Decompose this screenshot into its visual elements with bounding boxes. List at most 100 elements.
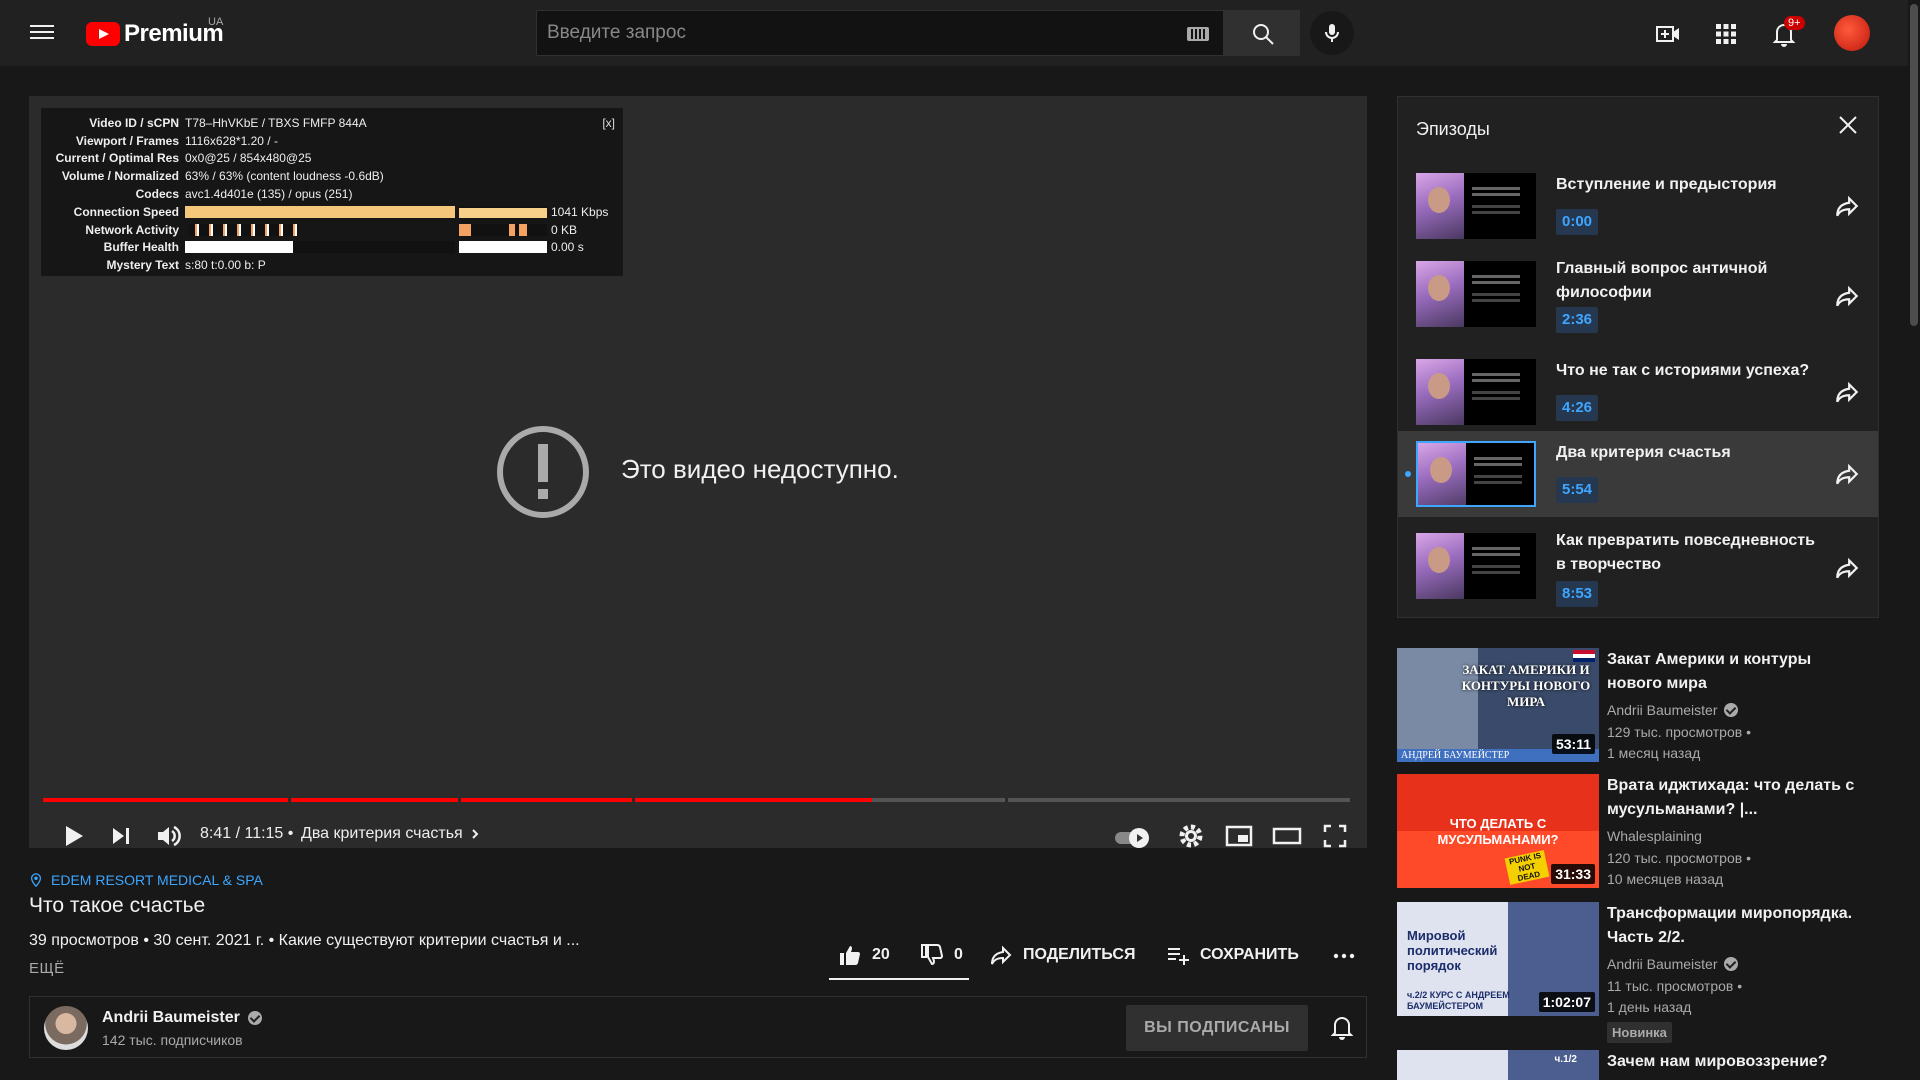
thumb-caption: ч.2/2 КУРС С АНДРЕЕМ БАУМЕЙСТЕРОМ xyxy=(1407,990,1510,1011)
share-button[interactable]: ПОДЕЛИТЬСЯ xyxy=(989,940,1135,970)
network-activity-graph xyxy=(185,223,455,236)
notification-bell-icon[interactable] xyxy=(1328,1013,1356,1041)
close-icon[interactable] xyxy=(1836,113,1860,137)
menu-icon[interactable] xyxy=(30,21,54,45)
chapter-title-button[interactable]: Два критерия счастья xyxy=(301,825,481,843)
video-thumbnail[interactable]: ЗАКАТ АМЕРИКИ И КОНТУРЫ НОВОГО МИРА АНДР… xyxy=(1397,648,1599,762)
subscribed-button[interactable]: ВЫ ПОДПИСАНЫ xyxy=(1126,1005,1308,1051)
view-count: 120 тыс. просмотров • xyxy=(1607,850,1751,866)
video-meta[interactable]: 39 просмотров • 30 сент. 2021 г. • Какие… xyxy=(29,932,580,950)
current-episode-indicator xyxy=(1405,471,1411,477)
channel-name: Whalesplaining xyxy=(1607,828,1702,844)
episode-thumbnail xyxy=(1416,173,1536,239)
notifications-button[interactable]: 9+ xyxy=(1770,16,1805,50)
dislike-button[interactable]: 0 xyxy=(920,940,963,970)
episode-timestamp[interactable]: 5:54 xyxy=(1556,477,1599,503)
upload-date: 1 день назад xyxy=(1607,999,1692,1015)
stats-close-button[interactable]: [x] xyxy=(602,116,615,130)
stat-row: Video ID / sCPN T78–HhVKbE / TBXS FMFP 84… xyxy=(41,114,623,132)
fullscreen-icon[interactable] xyxy=(1317,818,1353,854)
channel-avatar[interactable] xyxy=(44,1006,88,1050)
volume-icon[interactable] xyxy=(151,818,187,854)
recommended-video[interactable]: ЧТО ДЕЛАТЬ С МУСУЛЬМАНАМИ? PUNK IS NOT D… xyxy=(1397,774,1879,890)
episode-timestamp[interactable]: 2:36 xyxy=(1556,307,1599,333)
like-ratio-bar xyxy=(829,978,969,980)
stat-label: Connection Speed xyxy=(73,204,179,219)
youtube-play-icon xyxy=(86,22,120,46)
thumbs-up-icon xyxy=(840,946,860,965)
channel-name: Andrii Baumeister xyxy=(102,1009,240,1026)
video-title[interactable]: Врата иджтихада: что делать с мусульмана… xyxy=(1607,774,1869,822)
notification-badge: 9+ xyxy=(1784,16,1805,30)
episode-timestamp[interactable]: 0:00 xyxy=(1556,209,1599,235)
like-count: 20 xyxy=(872,946,890,963)
keyboard-icon[interactable] xyxy=(1187,27,1209,41)
share-icon[interactable] xyxy=(1834,555,1860,581)
episodes-panel: Эпизоды Вступление и предыстория 0:00 Гл… xyxy=(1397,96,1879,618)
share-icon[interactable] xyxy=(1834,379,1860,405)
thumb-caption: ч.1/2 xyxy=(1554,1054,1578,1065)
channel-name-link[interactable]: Andrii Baumeister xyxy=(1607,702,1738,718)
microphone-icon xyxy=(1325,24,1339,42)
stat-value: avc1.4d401e (135) / opus (251) xyxy=(185,187,353,202)
stat-value: 0 KB xyxy=(551,222,578,237)
share-icon[interactable] xyxy=(1834,461,1860,487)
location-pin-icon xyxy=(30,873,42,888)
share-icon[interactable] xyxy=(1834,193,1860,219)
channel-name: Andrii Baumeister xyxy=(1607,702,1718,718)
location-link[interactable]: EDEM RESORT MEDICAL & SPA xyxy=(29,872,263,888)
show-more-button[interactable]: ЕЩЁ xyxy=(29,960,65,977)
theater-mode-icon[interactable] xyxy=(1269,818,1305,854)
channel-name: Andrii Baumeister xyxy=(1607,956,1718,972)
played-segment xyxy=(635,798,873,802)
share-icon[interactable] xyxy=(1834,283,1860,309)
channel-name-link[interactable]: Andrii Baumeister xyxy=(102,1009,262,1027)
chapter-segment[interactable] xyxy=(1008,798,1350,802)
stat-row: Viewport / Frames 1116x628*1.20 / - xyxy=(41,132,623,150)
apps-grid-icon[interactable] xyxy=(1712,20,1740,48)
recommended-video[interactable]: ч.1/2 Зачем нам мировоззрение? xyxy=(1397,1050,1879,1080)
episode-item[interactable]: Вступление и предыстория 0:00 xyxy=(1398,163,1878,249)
stat-row: Buffer Health 0.00 s xyxy=(41,239,623,257)
time-text: 8:41 / 11:15 xyxy=(200,825,284,842)
stat-row: Volume / Normalized 63% / 63% (content lo… xyxy=(41,167,623,185)
save-button[interactable]: СОХРАНИТЬ xyxy=(1166,940,1299,970)
search-button[interactable] xyxy=(1224,10,1300,56)
episode-item[interactable]: Что не так с историями успеха? 4:26 xyxy=(1398,349,1878,435)
play-icon[interactable] xyxy=(55,818,91,854)
stat-label: Viewport / Frames xyxy=(75,133,179,148)
search-input[interactable] xyxy=(537,11,1157,55)
episode-item[interactable]: Главный вопрос античной философии 2:36 xyxy=(1398,247,1878,343)
video-thumbnail[interactable]: ЧТО ДЕЛАТЬ С МУСУЛЬМАНАМИ? PUNK IS NOT D… xyxy=(1397,774,1599,888)
upload-date: 10 месяцев назад xyxy=(1607,871,1724,887)
channel-name-link[interactable]: Whalesplaining xyxy=(1607,828,1702,844)
episode-item[interactable]: Как превратить повседневность в творчест… xyxy=(1398,519,1878,615)
recommended-video[interactable]: Мировой политический порядок ч.2/2 КУРС … xyxy=(1397,902,1879,1048)
stat-row: Current / Optimal Res 0x0@25 / 854x480@25 xyxy=(41,150,623,168)
video-thumbnail[interactable]: ч.1/2 xyxy=(1397,1050,1599,1080)
create-video-icon[interactable] xyxy=(1654,20,1682,48)
episode-item-current[interactable]: Два критерия счастья 5:54 xyxy=(1398,431,1878,517)
channel-name-link[interactable]: Andrii Baumeister xyxy=(1607,956,1738,972)
next-icon[interactable] xyxy=(103,818,139,854)
video-title[interactable]: Трансформации миропорядка. Часть 2/2. xyxy=(1607,902,1869,950)
episode-timestamp[interactable]: 4:26 xyxy=(1556,395,1599,421)
recommended-video[interactable]: ЗАКАТ АМЕРИКИ И КОНТУРЫ НОВОГО МИРА АНДР… xyxy=(1397,648,1879,764)
search-box xyxy=(536,10,1224,56)
account-avatar[interactable] xyxy=(1834,15,1870,51)
youtube-logo[interactable]: Premium xyxy=(86,20,224,48)
settings-gear-icon[interactable] xyxy=(1173,818,1209,854)
progress-bar[interactable] xyxy=(43,798,1353,802)
voice-search-button[interactable] xyxy=(1310,11,1354,55)
autoplay-toggle[interactable] xyxy=(1115,827,1149,848)
video-title[interactable]: Закат Америки и контуры нового мира xyxy=(1607,648,1869,696)
episode-thumbnail xyxy=(1416,441,1536,507)
miniplayer-icon[interactable] xyxy=(1221,818,1257,854)
video-player[interactable]: [x] Video ID / sCPN T78–HhVKbE / TBXS FMF… xyxy=(29,96,1367,848)
scrollbar-thumb[interactable] xyxy=(1910,4,1918,326)
episode-timestamp[interactable]: 8:53 xyxy=(1556,581,1599,607)
video-thumbnail[interactable]: Мировой политический порядок ч.2/2 КУРС … xyxy=(1397,902,1599,1016)
like-button[interactable]: 20 xyxy=(838,940,890,970)
video-title[interactable]: Зачем нам мировоззрение? xyxy=(1607,1050,1869,1074)
more-actions-icon[interactable] xyxy=(1330,944,1358,968)
